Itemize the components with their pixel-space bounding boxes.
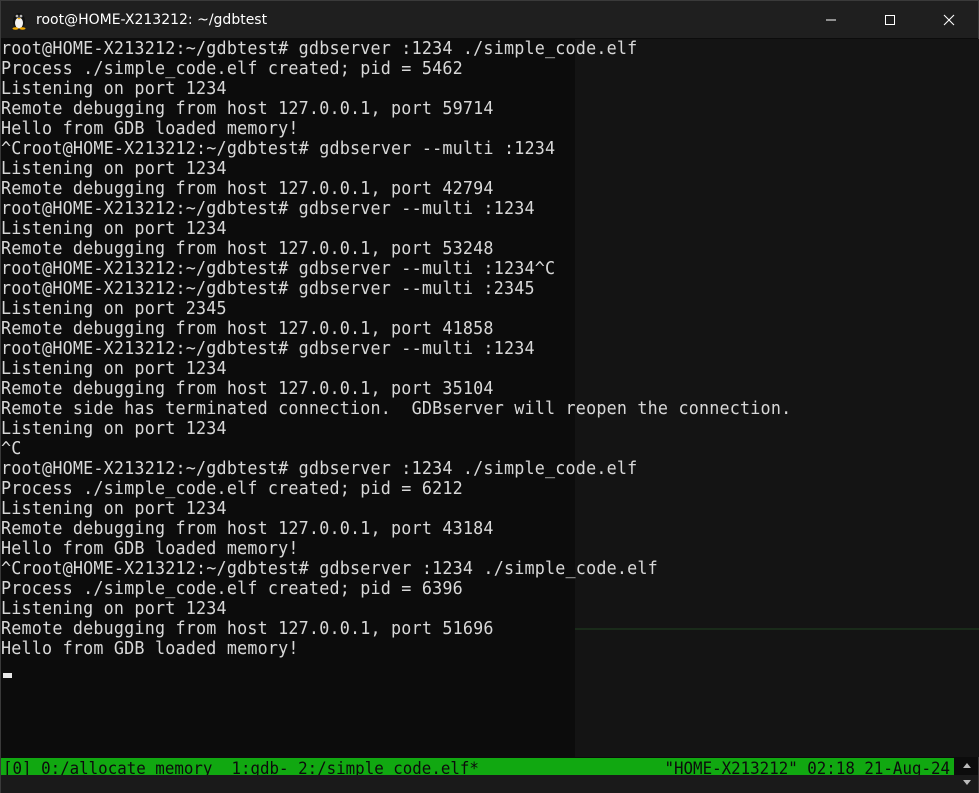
close-button[interactable]: [919, 1, 978, 38]
terminal-line: Remote debugging from host 127.0.0.1, po…: [1, 618, 494, 639]
chevron-down-icon: [963, 780, 971, 785]
terminal-line: Remote debugging from host 127.0.0.1, po…: [1, 378, 494, 399]
terminal-line: Listening on port 1234: [1, 158, 227, 179]
terminal-line: Remote debugging from host 127.0.0.1, po…: [1, 318, 494, 339]
chevron-up-icon: [963, 763, 971, 768]
minimize-icon: [825, 19, 836, 20]
terminal-line: Process ./simple_code.elf created; pid =…: [1, 578, 463, 599]
terminal-line: Remote side has terminated connection. G…: [1, 398, 792, 419]
terminal-line: Remote debugging from host 127.0.0.1, po…: [1, 238, 494, 259]
status-host-time: "HOME-X213212" 02:18 21-Aug-24: [664, 759, 950, 775]
horizontal-scrollbar[interactable]: [1, 775, 978, 793]
terminal-line: Listening on port 1234: [1, 218, 227, 239]
scroll-up-button[interactable]: [962, 760, 972, 770]
minimize-button[interactable]: [801, 1, 860, 38]
terminal-line: root@HOME-X213212:~/gdbtest# gdbserver -…: [1, 198, 535, 219]
status-window-list: [0] 0:/allocate_memory 1:gdb- 2:/simple_…: [3, 759, 479, 775]
linux-penguin-icon: [12, 12, 26, 30]
terminal-line: Process ./simple_code.elf created; pid =…: [1, 58, 463, 79]
terminal-line: root@HOME-X213212:~/gdbtest# gdbserver -…: [1, 258, 556, 279]
terminal-line: Hello from GDB loaded memory!: [1, 538, 299, 559]
tmux-status-bar: [0] 0:/allocate_memory 1:gdb- 2:/simple_…: [1, 758, 954, 775]
title-bar[interactable]: root@HOME-X213212: ~/gdbtest: [1, 1, 978, 38]
terminal-line: Listening on port 2345: [1, 298, 227, 319]
scroll-down-button[interactable]: [962, 778, 972, 788]
terminal-window: root@HOME-X213212: ~/gdbtest root@HOME-X…: [0, 0, 979, 793]
terminal-line: Hello from GDB loaded memory!: [1, 638, 299, 659]
terminal-line: root@HOME-X213212:~/gdbtest# gdbserver -…: [1, 278, 535, 299]
window-title: root@HOME-X213212: ~/gdbtest: [36, 11, 268, 28]
terminal-line: Listening on port 1234: [1, 598, 227, 619]
terminal-line: root@HOME-X213212:~/gdbtest# gdbserver :…: [1, 39, 638, 59]
terminal-line: Remote debugging from host 127.0.0.1, po…: [1, 98, 494, 119]
terminal-line: Listening on port 1234: [1, 418, 227, 439]
terminal-cursor: [3, 673, 12, 678]
terminal-line: Remote debugging from host 127.0.0.1, po…: [1, 518, 494, 539]
maximize-icon: [884, 14, 895, 25]
terminal-line: Listening on port 1234: [1, 78, 227, 99]
terminal-lines: root@HOME-X213212:~/gdbtest# gdbserver :…: [1, 39, 851, 659]
terminal-line: Hello from GDB loaded memory!: [1, 118, 299, 139]
terminal-line: root@HOME-X213212:~/gdbtest# gdbserver -…: [1, 338, 535, 359]
close-icon: [943, 14, 954, 25]
terminal-line: Remote debugging from host 127.0.0.1, po…: [1, 178, 494, 199]
window-controls: [801, 1, 978, 38]
terminal-line: ^Croot@HOME-X213212:~/gdbtest# gdbserver…: [1, 138, 556, 159]
terminal-line: ^Croot@HOME-X213212:~/gdbtest# gdbserver…: [1, 558, 658, 579]
terminal-line: Listening on port 1234: [1, 358, 227, 379]
maximize-button[interactable]: [860, 1, 919, 38]
terminal-output[interactable]: root@HOME-X213212:~/gdbtest# gdbserver :…: [1, 39, 978, 757]
terminal-line: Process ./simple_code.elf created; pid =…: [1, 478, 463, 499]
terminal-line: Listening on port 1234: [1, 498, 227, 519]
terminal-line: root@HOME-X213212:~/gdbtest# gdbserver :…: [1, 458, 638, 479]
terminal-line: ^C: [1, 438, 22, 459]
